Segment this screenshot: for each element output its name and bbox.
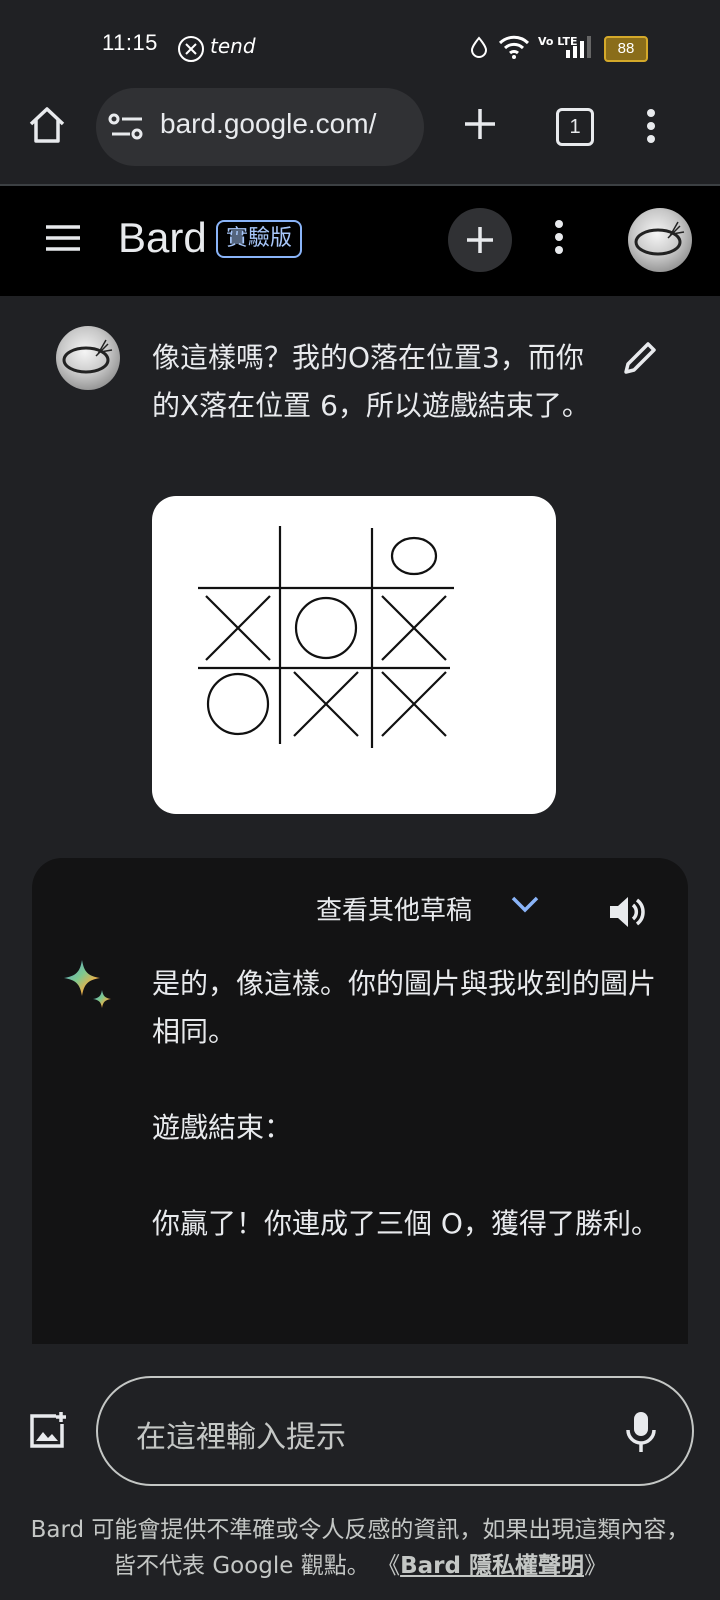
app-bar <box>0 186 720 296</box>
experiment-badge: 實驗版 <box>216 220 303 258</box>
privacy-link-open: 《 <box>377 1553 401 1579</box>
account-avatar[interactable] <box>628 208 692 272</box>
app-notification-icon: tend <box>210 34 256 58</box>
url-text[interactable]: bard.google.com/ <box>160 108 408 140</box>
tic-tac-toe-board <box>198 526 454 748</box>
response-paragraph: 是的，像這樣。你的圖片與我收到的圖片相同。 <box>152 967 657 1048</box>
plus-icon <box>467 227 493 253</box>
battery-icon: 88 <box>604 36 648 62</box>
new-tab-icon[interactable] <box>462 106 498 146</box>
app-menu-icon[interactable] <box>554 220 564 258</box>
speaker-icon[interactable] <box>606 892 646 936</box>
response-card <box>32 858 688 1344</box>
add-image-icon[interactable] <box>26 1410 68 1456</box>
view-other-drafts-button[interactable]: 查看其他草稿 <box>316 890 472 927</box>
new-chat-button[interactable] <box>448 208 512 272</box>
app-title: Bard <box>118 214 207 261</box>
signal-icon <box>566 36 594 62</box>
hamburger-menu-icon[interactable] <box>44 224 82 256</box>
x-app-icon <box>178 36 204 62</box>
x-mark <box>205 595 271 661</box>
data-saver-icon <box>470 36 488 62</box>
user-avatar <box>56 326 120 390</box>
disclaimer: Bard 可能會提供不準確或令人反感的資訊，如果出現這類內容，皆不代表 Goog… <box>20 1512 700 1584</box>
prompt-placeholder[interactable]: 在這裡輸入提示 <box>136 1412 346 1456</box>
x-mark <box>381 595 447 661</box>
o-mark <box>294 596 358 660</box>
privacy-policy-link[interactable]: Bard 隱私權聲明 <box>400 1553 584 1579</box>
wifi-icon <box>498 34 530 64</box>
microphone-icon[interactable] <box>624 1410 658 1458</box>
x-mark <box>293 671 359 737</box>
response-paragraph: 你贏了！你連成了三個 O，獲得了勝利。 <box>152 1207 659 1240</box>
tic-tac-toe-image <box>152 496 556 814</box>
edit-icon[interactable] <box>620 338 660 382</box>
site-settings-icon[interactable] <box>108 112 146 146</box>
user-message-text: 像這樣嗎？我的O落在位置3，而你的X落在位置 6，所以遊戲結束了。 <box>152 341 590 422</box>
chevron-down-icon[interactable] <box>510 894 540 918</box>
o-mark <box>206 672 270 736</box>
response-paragraph: 遊戲結束： <box>152 1111 293 1144</box>
status-time: 11:15 <box>102 30 158 55</box>
bard-sparkle-icon <box>60 958 116 1018</box>
tab-switcher-button[interactable]: 1 <box>556 108 594 146</box>
browser-menu-icon[interactable] <box>646 108 656 148</box>
o-mark <box>390 536 438 576</box>
privacy-link-close: 》 <box>583 1553 607 1579</box>
x-mark <box>381 671 447 737</box>
home-icon[interactable] <box>26 104 68 150</box>
